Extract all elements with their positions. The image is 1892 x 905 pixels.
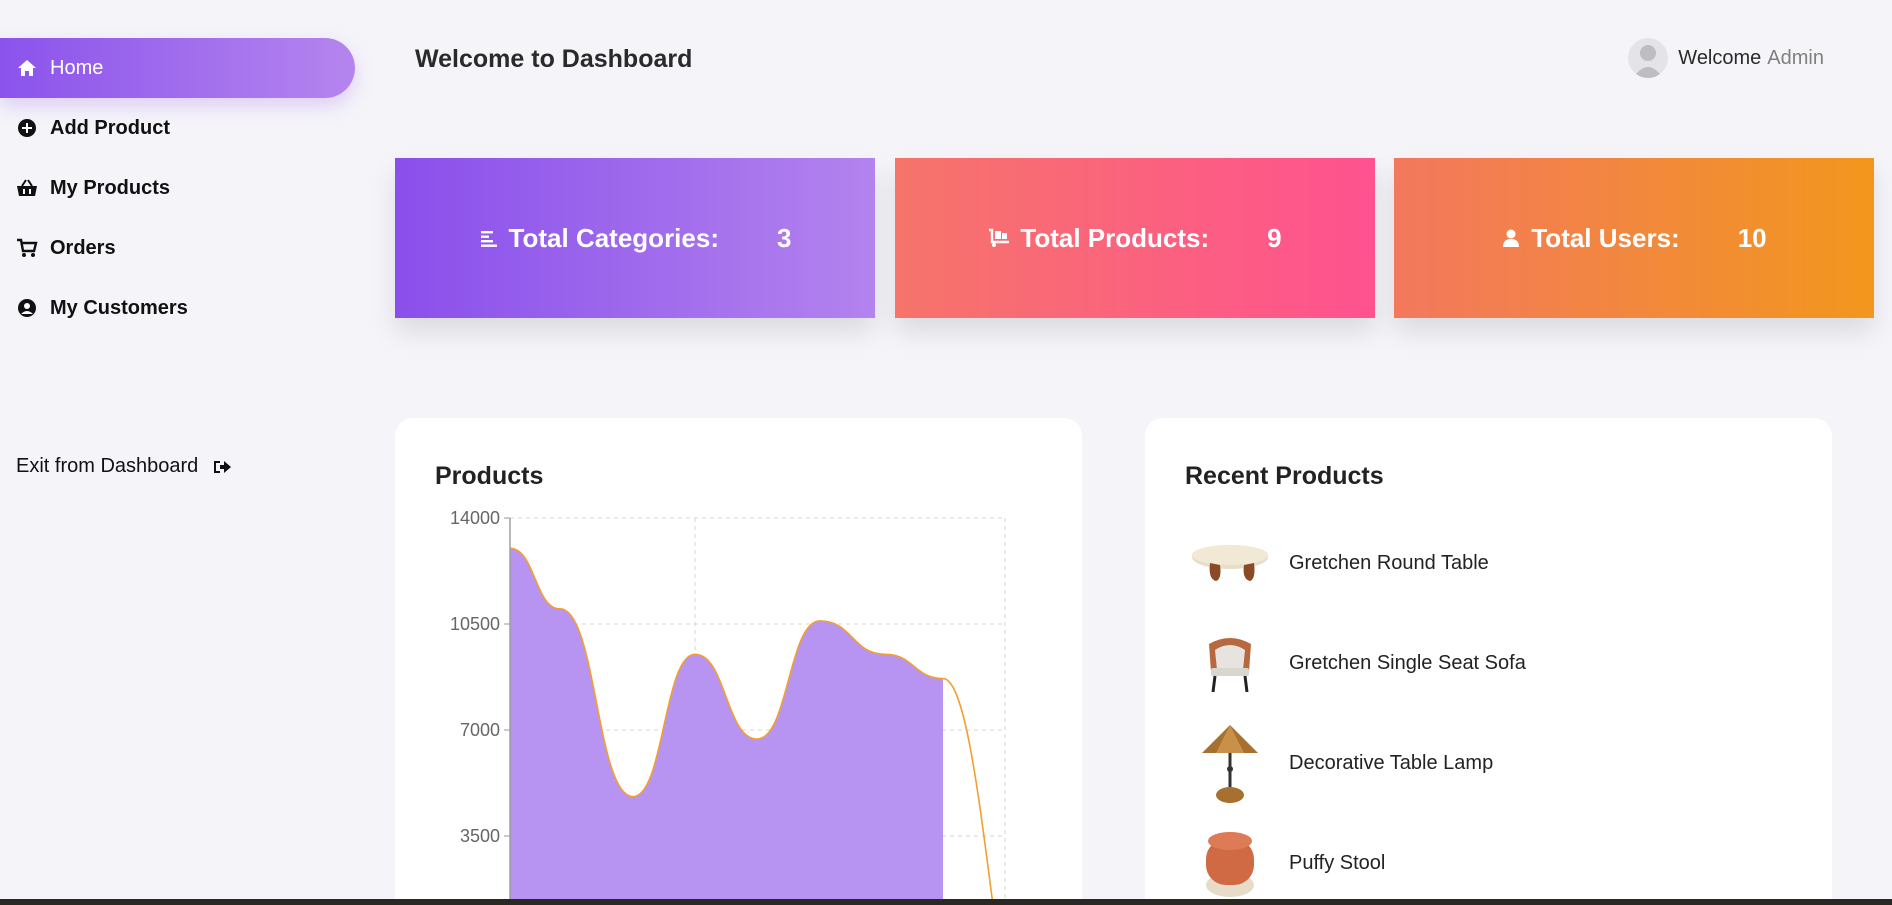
stat-card-users: Total Users: 10 [1394,158,1874,318]
recent-product-item[interactable]: Puffy Stool [1185,818,1785,905]
list-icon [479,228,499,248]
taskbar-strip [0,899,1892,905]
chart-area [510,548,943,905]
stat-label: Total Users: [1531,222,1680,253]
recent-product-item[interactable]: Gretchen Round Table [1185,518,1785,608]
user-circle-icon [16,297,38,319]
products-area-chart: 14000 10500 7000 3500 [450,508,1006,905]
products-chart-panel: Products 14000 10500 7000 3500 [395,418,1082,905]
stat-label: Total Products: [1020,222,1210,253]
stat-card-categories: Total Categories: 3 [395,158,875,318]
sidebar-item-add-product[interactable]: Add Product [0,98,355,158]
avatar [1628,38,1669,78]
sidebar-item-label: Orders [50,236,116,259]
product-name: Gretchen Round Table [1289,551,1489,574]
recent-products-panel: Recent Products Gretchen Round Table Gre… [1145,418,1832,905]
sidebar-item-label: Add Product [50,116,170,139]
user-menu[interactable]: Welcome Admin [1628,38,1824,78]
sidebar-item-home[interactable]: Home [0,38,355,98]
stat-value: 10 [1737,222,1767,253]
username: Admin [1767,46,1824,69]
stat-value: 9 [1267,222,1282,253]
stool-thumbnail [1185,818,1275,905]
sign-out-icon [212,458,232,476]
sidebar-item-my-customers[interactable]: My Customers [0,278,355,338]
panel-title: Recent Products [1185,462,1384,490]
home-icon [16,57,38,79]
product-name: Decorative Table Lamp [1289,751,1494,774]
sidebar-item-orders[interactable]: Orders [0,218,355,278]
sidebar-item-label: My Customers [50,296,188,319]
stat-label: Total Categories: [508,222,719,253]
sofa-thumbnail [1185,618,1275,708]
recent-product-item[interactable]: Decorative Table Lamp [1185,718,1785,808]
stat-value: 3 [776,222,792,253]
sidebar-item-my-products[interactable]: My Products [0,158,355,218]
sidebar-item-label: Home [50,56,104,79]
exit-dashboard-link[interactable]: Exit from Dashboard [16,455,232,478]
sidebar-item-label: My Products [50,176,171,199]
cart-icon [16,237,38,259]
exit-label: Exit from Dashboard [16,455,199,477]
dolly-icon [988,228,1010,248]
y-tick-label: 14000 [450,508,500,528]
table-thumbnail [1185,518,1275,608]
basket-icon [16,177,38,199]
stat-card-products: Total Products: 9 [895,158,1375,318]
product-name: Puffy Stool [1289,851,1386,874]
welcome-text: Welcome [1678,46,1762,69]
series-line-2 [942,677,994,905]
product-name: Gretchen Single Seat Sofa [1289,651,1526,674]
page-title: Welcome to Dashboard [415,45,693,73]
y-tick-label: 10500 [450,614,500,634]
user-icon [1501,228,1521,248]
y-tick-label: 3500 [460,826,500,846]
lamp-thumbnail [1185,718,1275,808]
y-tick-label: 7000 [460,720,500,740]
plus-circle-icon [16,117,38,139]
recent-product-item[interactable]: Gretchen Single Seat Sofa [1185,618,1785,708]
sidebar: Home Add Product My Products Orders My C… [0,0,360,905]
